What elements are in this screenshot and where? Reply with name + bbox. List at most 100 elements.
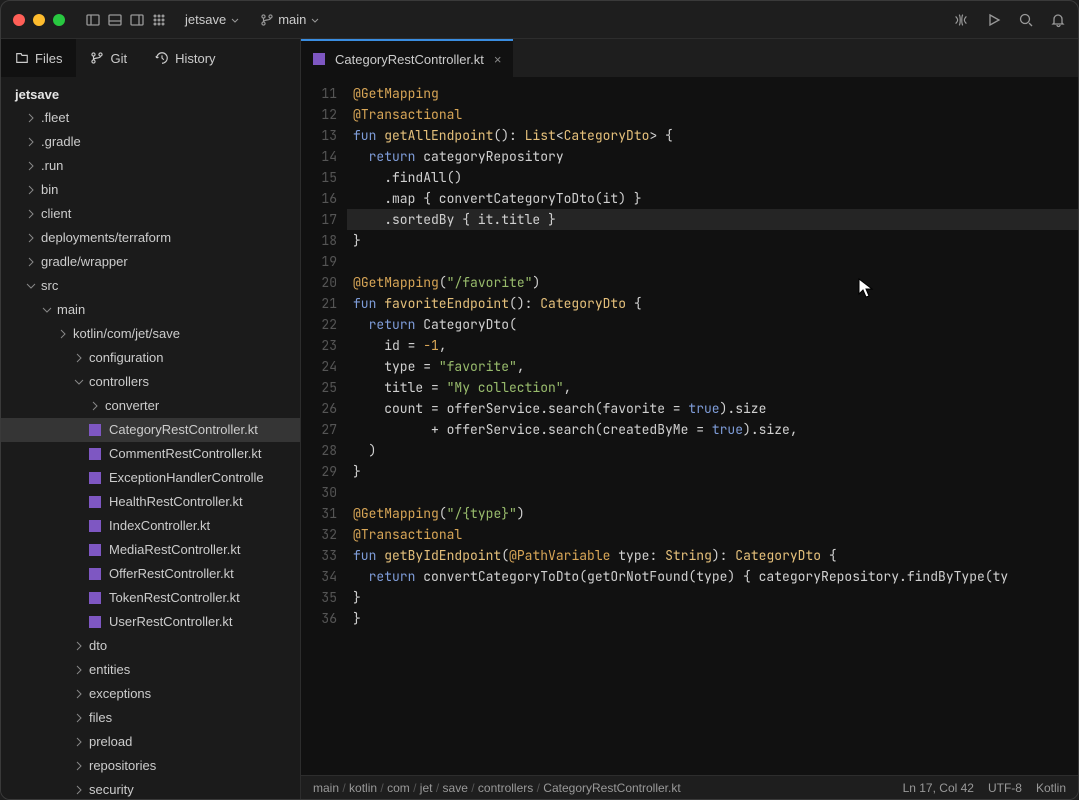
tree-file[interactable]: OfferRestController.kt xyxy=(1,562,300,586)
tree-file[interactable]: UserRestController.kt xyxy=(1,610,300,634)
close-window-button[interactable] xyxy=(13,14,25,26)
tree-label: client xyxy=(41,204,71,224)
kotlin-icon xyxy=(89,448,101,460)
editor-tab[interactable]: CategoryRestController.kt × xyxy=(301,39,513,77)
code-line[interactable]: return CategoryDto( xyxy=(347,314,1078,335)
tree-file[interactable]: CommentRestController.kt xyxy=(1,442,300,466)
tree-label: CommentRestController.kt xyxy=(109,444,261,464)
code-line[interactable]: .sortedBy { it.title } xyxy=(347,209,1078,230)
kotlin-icon xyxy=(89,592,101,604)
code-line[interactable]: @Transactional xyxy=(347,104,1078,125)
tree-folder[interactable]: src xyxy=(1,274,300,298)
code-line[interactable]: } xyxy=(347,230,1078,251)
tree-folder[interactable]: .gradle xyxy=(1,130,300,154)
tree-folder[interactable]: converter xyxy=(1,394,300,418)
code-line[interactable]: fun getByIdEndpoint(@PathVariable type: … xyxy=(347,545,1078,566)
tree-label: OfferRestController.kt xyxy=(109,564,234,584)
code-line[interactable]: type = "favorite", xyxy=(347,356,1078,377)
tree-label: ExceptionHandlerControlle xyxy=(109,468,264,488)
kotlin-icon xyxy=(89,544,101,556)
tree-folder[interactable]: deployments/terraform xyxy=(1,226,300,250)
branch-icon xyxy=(260,13,274,27)
panel-bottom-icon[interactable] xyxy=(107,12,123,28)
tree-label: bin xyxy=(41,180,58,200)
kotlin-icon xyxy=(89,616,101,628)
zoom-window-button[interactable] xyxy=(53,14,65,26)
sidebar-tab-history[interactable]: History xyxy=(141,39,229,77)
smart-mode-icon[interactable] xyxy=(952,11,970,29)
kotlin-icon xyxy=(89,424,101,436)
run-icon[interactable] xyxy=(986,12,1002,28)
code-line[interactable]: } xyxy=(347,587,1078,608)
tree-file[interactable]: IndexController.kt xyxy=(1,514,300,538)
tree-folder[interactable]: .run xyxy=(1,154,300,178)
code-line[interactable]: } xyxy=(347,461,1078,482)
project-root[interactable]: jetsave xyxy=(1,83,300,106)
tree-label: MediaRestController.kt xyxy=(109,540,241,560)
breadcrumb[interactable]: main / kotlin / com / jet / save / contr… xyxy=(313,781,681,795)
tree-folder[interactable]: main xyxy=(1,298,300,322)
grid-icon[interactable] xyxy=(151,12,167,28)
code-line[interactable] xyxy=(347,482,1078,503)
cursor-position[interactable]: Ln 17, Col 42 xyxy=(903,781,974,795)
code-line[interactable]: fun favoriteEndpoint(): CategoryDto { xyxy=(347,293,1078,314)
tree-file[interactable]: MediaRestController.kt xyxy=(1,538,300,562)
code-editor[interactable]: 1112131415161718192021222324252627282930… xyxy=(301,77,1078,775)
tree-file[interactable]: ExceptionHandlerControlle xyxy=(1,466,300,490)
chevron-down-icon xyxy=(310,15,320,25)
code-line[interactable]: fun getAllEndpoint(): List<CategoryDto> … xyxy=(347,125,1078,146)
tree-file[interactable]: TokenRestController.kt xyxy=(1,586,300,610)
tree-folder[interactable]: kotlin/com/jet/save xyxy=(1,322,300,346)
tree-folder[interactable]: security xyxy=(1,778,300,799)
tree-folder[interactable]: files xyxy=(1,706,300,730)
code-line[interactable]: .map { convertCategoryToDto(it) } xyxy=(347,188,1078,209)
tree-label: IndexController.kt xyxy=(109,516,210,536)
code-line[interactable]: @GetMapping("/favorite") xyxy=(347,272,1078,293)
code-line[interactable]: @GetMapping xyxy=(347,83,1078,104)
tree-label: kotlin/com/jet/save xyxy=(73,324,180,344)
code-line[interactable] xyxy=(347,251,1078,272)
tree-folder[interactable]: repositories xyxy=(1,754,300,778)
encoding[interactable]: UTF-8 xyxy=(988,781,1022,795)
tree-folder[interactable]: configuration xyxy=(1,346,300,370)
kotlin-icon xyxy=(89,520,101,532)
code-line[interactable]: return categoryRepository xyxy=(347,146,1078,167)
tree-folder[interactable]: .fleet xyxy=(1,106,300,130)
tree-folder[interactable]: dto xyxy=(1,634,300,658)
code-line[interactable]: } xyxy=(347,608,1078,629)
tree-label: controllers xyxy=(89,372,149,392)
tree-folder[interactable]: controllers xyxy=(1,370,300,394)
tree-folder[interactable]: bin xyxy=(1,178,300,202)
code-line[interactable]: + offerService.search(createdByMe = true… xyxy=(347,419,1078,440)
tree-label: files xyxy=(89,708,112,728)
sidebar-tab-files[interactable]: Files xyxy=(1,39,76,77)
tree-folder[interactable]: preload xyxy=(1,730,300,754)
tree-folder[interactable]: client xyxy=(1,202,300,226)
code-line[interactable]: .findAll() xyxy=(347,167,1078,188)
close-icon[interactable]: × xyxy=(494,52,502,67)
code-line[interactable]: return convertCategoryToDto(getOrNotFoun… xyxy=(347,566,1078,587)
panel-left-icon[interactable] xyxy=(85,12,101,28)
tree-file[interactable]: HealthRestController.kt xyxy=(1,490,300,514)
code-line[interactable]: ) xyxy=(347,440,1078,461)
search-icon[interactable] xyxy=(1018,12,1034,28)
editor-pane: CategoryRestController.kt × 111213141516… xyxy=(301,39,1078,799)
bell-icon[interactable] xyxy=(1050,12,1066,28)
tree-label: TokenRestController.kt xyxy=(109,588,240,608)
code-line[interactable]: @Transactional xyxy=(347,524,1078,545)
tree-folder[interactable]: exceptions xyxy=(1,682,300,706)
sidebar-tab-git[interactable]: Git xyxy=(76,39,141,77)
language-mode[interactable]: Kotlin xyxy=(1036,781,1066,795)
tree-label: HealthRestController.kt xyxy=(109,492,243,512)
tree-folder[interactable]: gradle/wrapper xyxy=(1,250,300,274)
code-line[interactable]: id = -1, xyxy=(347,335,1078,356)
minimize-window-button[interactable] xyxy=(33,14,45,26)
project-selector[interactable]: jetsave xyxy=(185,12,240,27)
code-line[interactable]: count = offerService.search(favorite = t… xyxy=(347,398,1078,419)
tree-file[interactable]: CategoryRestController.kt xyxy=(1,418,300,442)
panel-right-icon[interactable] xyxy=(129,12,145,28)
tree-folder[interactable]: entities xyxy=(1,658,300,682)
branch-selector[interactable]: main xyxy=(260,12,320,27)
code-line[interactable]: @GetMapping("/{type}") xyxy=(347,503,1078,524)
code-line[interactable]: title = "My collection", xyxy=(347,377,1078,398)
